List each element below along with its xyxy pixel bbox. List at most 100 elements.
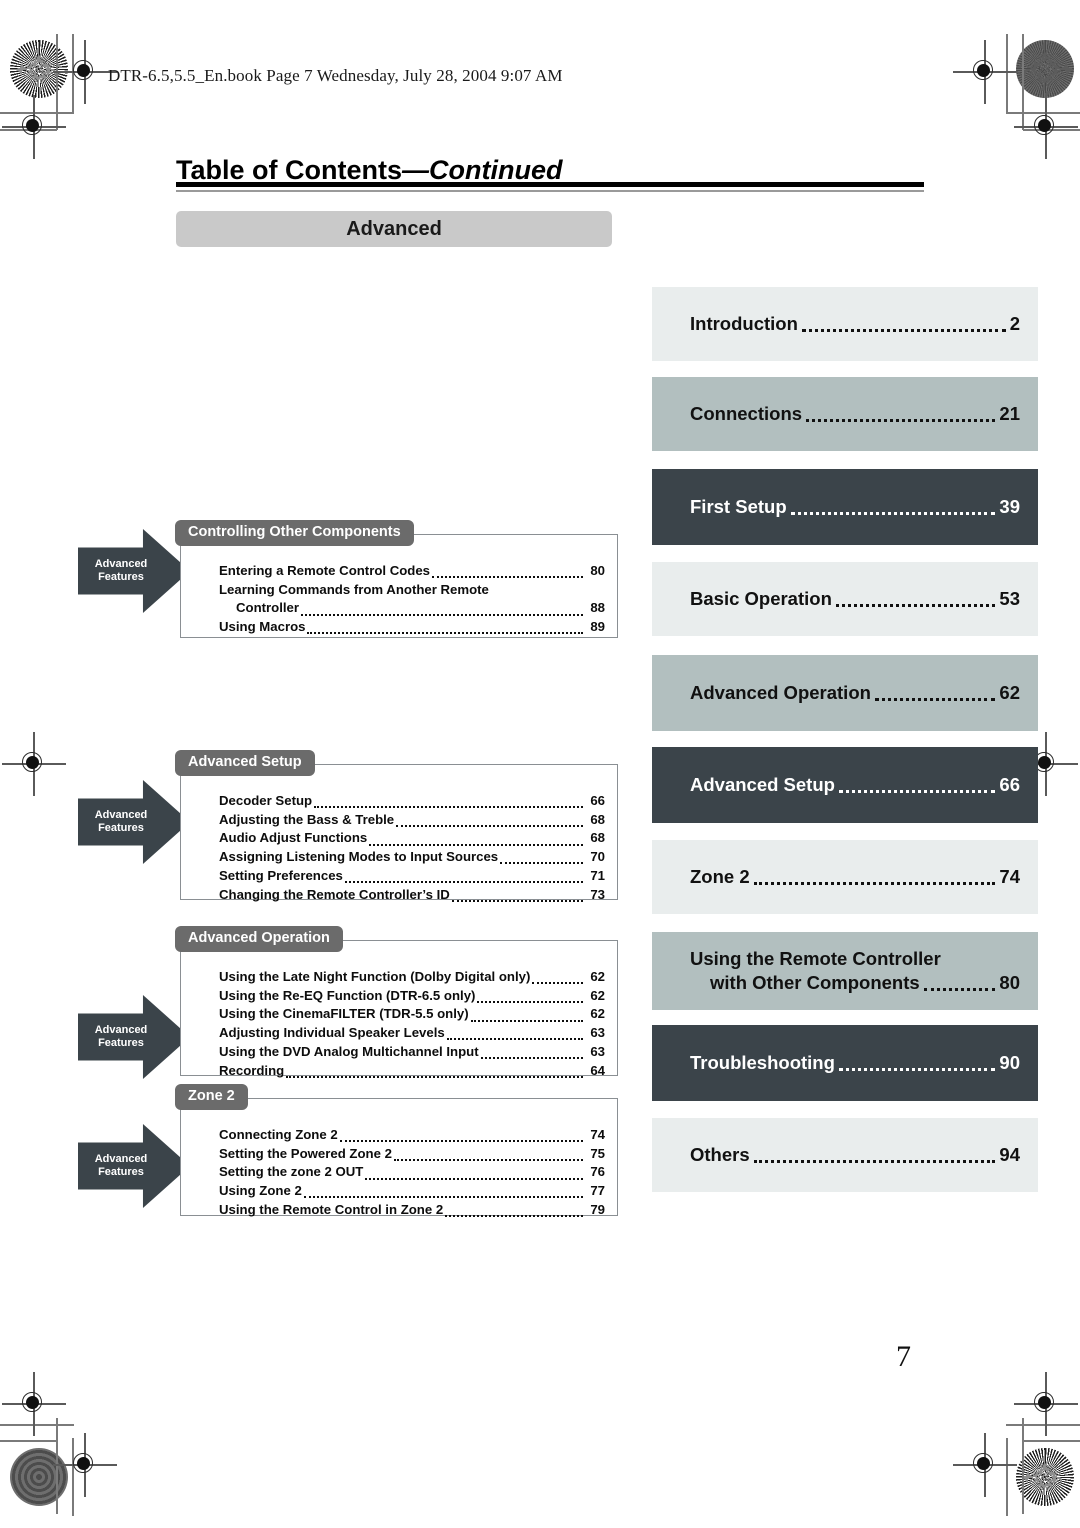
nav-block-label: First Setup <box>690 495 787 517</box>
section-banner-label: Advanced <box>346 217 442 240</box>
toc-entry[interactable]: Changing the Remote Controller’s ID 73 <box>219 886 605 905</box>
registration-crosshair <box>2 1372 66 1436</box>
toc-entry[interactable]: Using Macros 89 <box>219 618 605 637</box>
toc-entry[interactable]: Recording 64 <box>219 1062 605 1081</box>
toc-entry[interactable]: Using Zone 2 77 <box>219 1182 605 1201</box>
nav-block-advanced-operation[interactable]: Advanced Operation 62 <box>652 655 1038 731</box>
nav-block-label: Troubleshooting <box>690 1051 835 1073</box>
toc-entry-list: Using the Late Night Function (Dolby Dig… <box>181 941 617 1090</box>
toc-entry-text: Adjusting Individual Speaker Levels <box>219 1025 445 1041</box>
nav-block-others[interactable]: Others 94 <box>652 1118 1038 1192</box>
toc-entry[interactable]: Setting the Powered Zone 2 75 <box>219 1145 605 1164</box>
toc-entry-page: 66 <box>590 793 605 808</box>
nav-block-zone-2[interactable]: Zone 2 74 <box>652 840 1038 914</box>
registration-crosshair <box>2 95 66 159</box>
arrow-tab-advanced-features: Advanced Features <box>78 529 190 613</box>
registration-crosshair <box>953 1433 1017 1497</box>
toc-entry-text: Using Zone 2 <box>219 1183 302 1199</box>
leader-dots <box>806 419 996 423</box>
leader-dots <box>874 698 996 702</box>
toc-box-advanced-operation: Advanced Operation Using the Late Night … <box>175 926 618 1078</box>
toc-entry[interactable]: Using the DVD Analog Multichannel Input … <box>219 1043 605 1062</box>
toc-entry-page: 73 <box>590 886 605 902</box>
toc-entry-page: 75 <box>590 1145 605 1161</box>
nav-block-connections[interactable]: Connections 21 <box>652 377 1038 451</box>
toc-entry[interactable]: Adjusting the Bass & Treble 68 <box>219 811 605 830</box>
leader-dots <box>477 1000 583 1003</box>
toc-entry[interactable]: Entering a Remote Control Codes 80 <box>219 562 605 581</box>
nav-block-page: 66 <box>999 773 1020 795</box>
arrow-tab-advanced-features: Advanced Features <box>78 995 190 1079</box>
nav-block-label: Connections <box>690 402 803 424</box>
toc-entry-page: 79 <box>590 1201 605 1217</box>
toc-entry[interactable]: Using the Re-EQ Function (DTR-6.5 only) … <box>219 987 605 1006</box>
nav-block-label: Using the Remote Controller <box>690 947 941 969</box>
toc-entry-page: 88 <box>590 600 605 616</box>
arrow-tab-advanced-features: Advanced Features <box>78 780 190 864</box>
leader-dots <box>339 1140 583 1143</box>
nav-block-first-setup[interactable]: First Setup 39 <box>652 469 1038 545</box>
leader-dots <box>365 1177 583 1180</box>
registration-crosshair <box>1014 1372 1078 1436</box>
toc-entry-page: 80 <box>590 563 605 578</box>
leader-dots <box>344 881 583 884</box>
toc-entry-page: 63 <box>590 1025 605 1041</box>
page-title-main: Table of Contents <box>176 155 402 185</box>
nav-block-page: 80 <box>999 972 1020 993</box>
toc-entry-text: Recording <box>219 1062 285 1078</box>
nav-block-page: 39 <box>999 495 1020 517</box>
nav-block-troubleshooting[interactable]: Troubleshooting 90 <box>652 1025 1038 1101</box>
nav-block-label: Advanced Operation <box>690 681 871 703</box>
arrow-tab-line2: Features <box>98 1037 144 1049</box>
leader-dots <box>286 1075 583 1078</box>
nav-block-label: Introduction <box>690 312 798 334</box>
crop-line <box>0 1440 57 1442</box>
toc-entry[interactable]: Controller 88 <box>219 599 605 618</box>
toc-entry[interactable]: Setting the zone 2 OUT 76 <box>219 1163 605 1182</box>
toc-entry-page: 62 <box>590 1006 605 1022</box>
toc-box-label: Advanced Operation <box>175 926 343 952</box>
toc-entry[interactable]: Using the Remote Control in Zone 2 79 <box>219 1201 605 1220</box>
nav-block-page: 62 <box>999 681 1020 703</box>
toc-entry[interactable]: Learning Commands from Another Remote <box>219 581 605 600</box>
nav-block-label: Others <box>690 1143 750 1165</box>
toc-entry[interactable]: Using the Late Night Function (Dolby Dig… <box>219 968 605 987</box>
toc-entry-text: Using Macros <box>219 619 306 635</box>
arrow-tab-line1: Advanced <box>94 1023 148 1036</box>
toc-entry-page: 74 <box>590 1127 605 1142</box>
leader-dots <box>393 1158 583 1161</box>
registration-crosshair <box>53 1433 117 1497</box>
rosette-mark-bottom-right <box>1016 1448 1074 1506</box>
nav-block-label: Basic Operation <box>690 587 832 609</box>
page-title-separator: — <box>402 155 429 185</box>
toc-box-advanced-setup: Advanced Setup Decoder Setup 66 Adjustin… <box>175 750 618 902</box>
toc-entry-text: Adjusting the Bass & Treble <box>219 811 395 827</box>
toc-entry-text: Using the Re-EQ Function (DTR-6.5 only) <box>219 987 476 1003</box>
toc-entry-text: Using the Remote Control in Zone 2 <box>219 1201 444 1217</box>
toc-entry-text: Assigning Listening Modes to Input Sourc… <box>219 849 499 865</box>
toc-entry-page: 70 <box>590 849 605 865</box>
toc-entry-text: Audio Adjust Functions <box>219 830 368 846</box>
toc-entry-text: Connecting Zone 2 <box>219 1127 338 1142</box>
nav-block-using-remote-controller[interactable]: Using the Remote Controller with Other C… <box>652 932 1038 1010</box>
nav-block-label-line2: with Other Components <box>710 972 920 993</box>
toc-box-zone-2: Zone 2 Connecting Zone 2 74 Setting the … <box>175 1084 618 1218</box>
toc-entry[interactable]: Assigning Listening Modes to Input Sourc… <box>219 848 605 867</box>
toc-entry-page: 77 <box>590 1183 605 1199</box>
toc-entry[interactable]: Audio Adjust Functions 68 <box>219 829 605 848</box>
nav-block-page: 90 <box>999 1051 1020 1073</box>
toc-entry[interactable]: Connecting Zone 2 74 <box>219 1126 605 1145</box>
toc-entry-page: 71 <box>590 867 605 883</box>
leader-dots <box>301 613 583 616</box>
toc-entry[interactable]: Setting Preferences 71 <box>219 867 605 886</box>
leader-dots <box>838 1068 996 1072</box>
toc-entry-list: Connecting Zone 2 74 Setting the Powered… <box>181 1099 617 1230</box>
toc-entry[interactable]: Using the CinemaFILTER (TDR-5.5 only) 62 <box>219 1005 605 1024</box>
nav-block-introduction[interactable]: Introduction 2 <box>652 287 1038 361</box>
nav-block-basic-operation[interactable]: Basic Operation 53 <box>652 562 1038 636</box>
nav-block-advanced-setup[interactable]: Advanced Setup 66 <box>652 747 1038 823</box>
toc-entry[interactable]: Decoder Setup 66 <box>219 792 605 811</box>
leader-dots <box>446 1038 583 1041</box>
toc-box-controlling-other-components: Controlling Other Components Entering a … <box>175 520 618 638</box>
toc-entry[interactable]: Adjusting Individual Speaker Levels 63 <box>219 1024 605 1043</box>
